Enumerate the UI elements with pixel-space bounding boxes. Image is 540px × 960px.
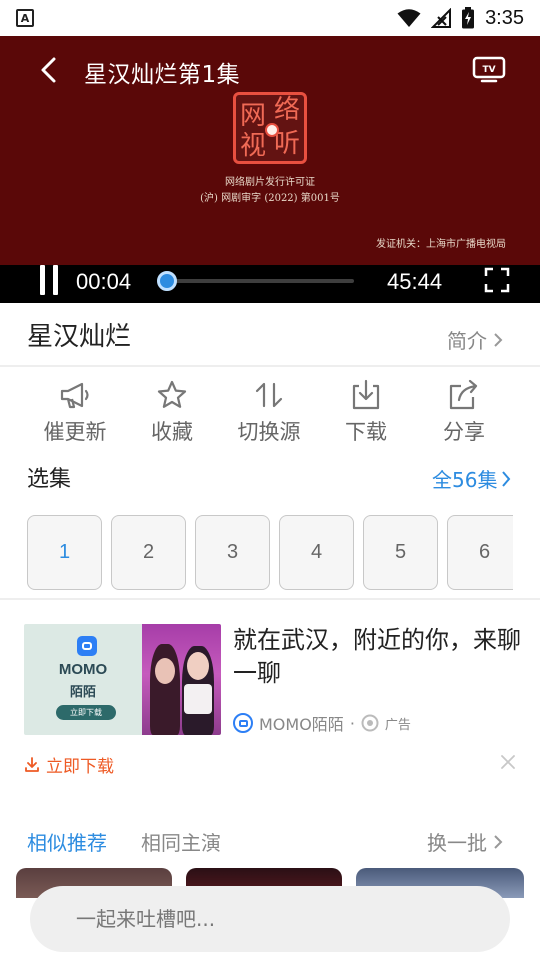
refresh-label: 换一批 <box>427 831 487 855</box>
tab-same-cast[interactable]: 相同主演 <box>141 827 221 856</box>
all-episodes-label: 全56集 <box>432 468 498 492</box>
license-text-2: (沪) 网剧审字 (2022) 第001号 <box>200 193 340 204</box>
momo-logo-icon <box>77 636 97 656</box>
tab-similar[interactable]: 相似推荐 <box>27 827 107 856</box>
action-label: 下载 <box>345 420 387 444</box>
battery-charging-icon <box>462 7 475 29</box>
ad-image-download-button: 立即下载 <box>56 705 116 720</box>
switch-source-icon <box>255 382 283 408</box>
license-seal-logo: 网 络 视 听 <box>233 92 307 164</box>
share-button[interactable]: 分享 <box>416 378 512 448</box>
wifi-icon <box>397 9 421 27</box>
download-button[interactable]: 下载 <box>318 378 414 448</box>
ad-image[interactable]: MOMO 陌陌 立即下载 <box>24 624 221 735</box>
action-label: 分享 <box>443 420 485 444</box>
download-icon <box>352 379 380 410</box>
comment-input[interactable] <box>30 886 510 952</box>
episodes-heading: 选集 <box>27 467 72 492</box>
pause-icon[interactable] <box>38 265 60 295</box>
download-icon <box>25 756 39 772</box>
episode-button[interactable]: 2 <box>111 515 186 590</box>
ad-image-left: MOMO 陌陌 立即下载 <box>24 624 142 735</box>
action-row: 催更新 收藏 切换源 下载 分享 <box>0 378 540 448</box>
ad-image-photo <box>142 624 221 735</box>
action-label: 催更新 <box>43 420 107 444</box>
seal-char: 听 <box>274 129 301 159</box>
switch-source-button[interactable]: 切换源 <box>221 378 317 448</box>
seal-char: 络 <box>274 95 301 125</box>
back-arrow-icon[interactable] <box>36 56 64 84</box>
svg-text:TV: TV <box>482 65 495 75</box>
urge-update-button[interactable]: 催更新 <box>27 378 123 448</box>
separator: · <box>349 713 355 733</box>
action-label: 切换源 <box>237 420 301 444</box>
issuer-text: 发证机关：上海市广播电视局 <box>376 239 506 250</box>
seal-char: 视 <box>240 131 267 161</box>
license-text-1: 网络剧片发行许可证 <box>225 177 315 188</box>
no-signal-icon <box>431 8 452 28</box>
ad-brand-cn: 陌陌 <box>69 685 96 700</box>
ad-download-link[interactable]: 立即下载 <box>24 752 114 777</box>
chevron-right-icon <box>502 470 511 487</box>
tv-cast-icon[interactable]: TV <box>472 56 506 84</box>
divider <box>0 365 540 367</box>
refresh-button[interactable]: 换一批 <box>427 827 503 856</box>
intro-label: 简介 <box>447 329 487 353</box>
close-icon[interactable] <box>499 753 517 771</box>
episode-button[interactable]: 1 <box>27 515 102 590</box>
progress-handle[interactable] <box>157 271 177 291</box>
chevron-right-icon <box>494 834 503 849</box>
episode-button[interactable]: 5 <box>363 515 438 590</box>
ad-shirt-2 <box>184 684 212 714</box>
chevron-right-icon <box>494 332 503 347</box>
star-icon <box>157 380 187 408</box>
episode-button[interactable]: 3 <box>195 515 270 590</box>
ad-brand-en: MOMO <box>58 661 108 678</box>
megaphone-icon <box>60 382 89 409</box>
show-title: 星汉灿烂 <box>27 322 132 352</box>
a-notification-icon: A <box>16 9 34 27</box>
episode-button[interactable]: 4 <box>279 515 354 590</box>
divider <box>0 598 540 600</box>
seal-play-icon <box>265 123 279 137</box>
intro-link[interactable]: 简介 <box>447 325 503 354</box>
ad-source: MOMO陌陌 · 广告 <box>233 711 411 735</box>
video-title: 星汉灿烂第1集 <box>84 62 241 88</box>
seal-char: 网 <box>240 101 267 131</box>
ad-tag: 广告 <box>384 717 411 733</box>
progress-track[interactable] <box>166 279 354 283</box>
momo-logo-icon <box>233 713 253 733</box>
ad-face-2 <box>187 652 209 680</box>
ad-source-name: MOMO陌陌 <box>259 715 344 734</box>
action-label: 收藏 <box>151 420 193 444</box>
share-icon <box>449 379 478 410</box>
favorite-button[interactable]: 收藏 <box>124 378 220 448</box>
total-time: 45:44 <box>387 269 443 294</box>
episode-list: 1 2 3 4 5 6 <box>27 515 513 590</box>
ad-download-label: 立即下载 <box>46 757 114 777</box>
status-bar: A 3:35 <box>0 0 540 36</box>
all-episodes-link[interactable]: 全56集 <box>432 464 511 493</box>
comment-bar <box>0 870 540 960</box>
fullscreen-icon[interactable] <box>484 267 510 293</box>
ad-headline[interactable]: 就在武汉，附近的你，来聊一聊 <box>233 624 523 690</box>
ad-platform-icon <box>361 714 379 732</box>
video-player[interactable]: 星汉灿烂第1集 TV 网 络 视 听 网络剧片发行许可证 (沪) 网剧审字 (2… <box>0 36 540 303</box>
episode-button[interactable]: 6 <box>447 515 513 590</box>
ad-face-1 <box>155 658 175 684</box>
current-time: 00:04 <box>76 269 132 294</box>
status-time: 3:35 <box>485 6 524 29</box>
